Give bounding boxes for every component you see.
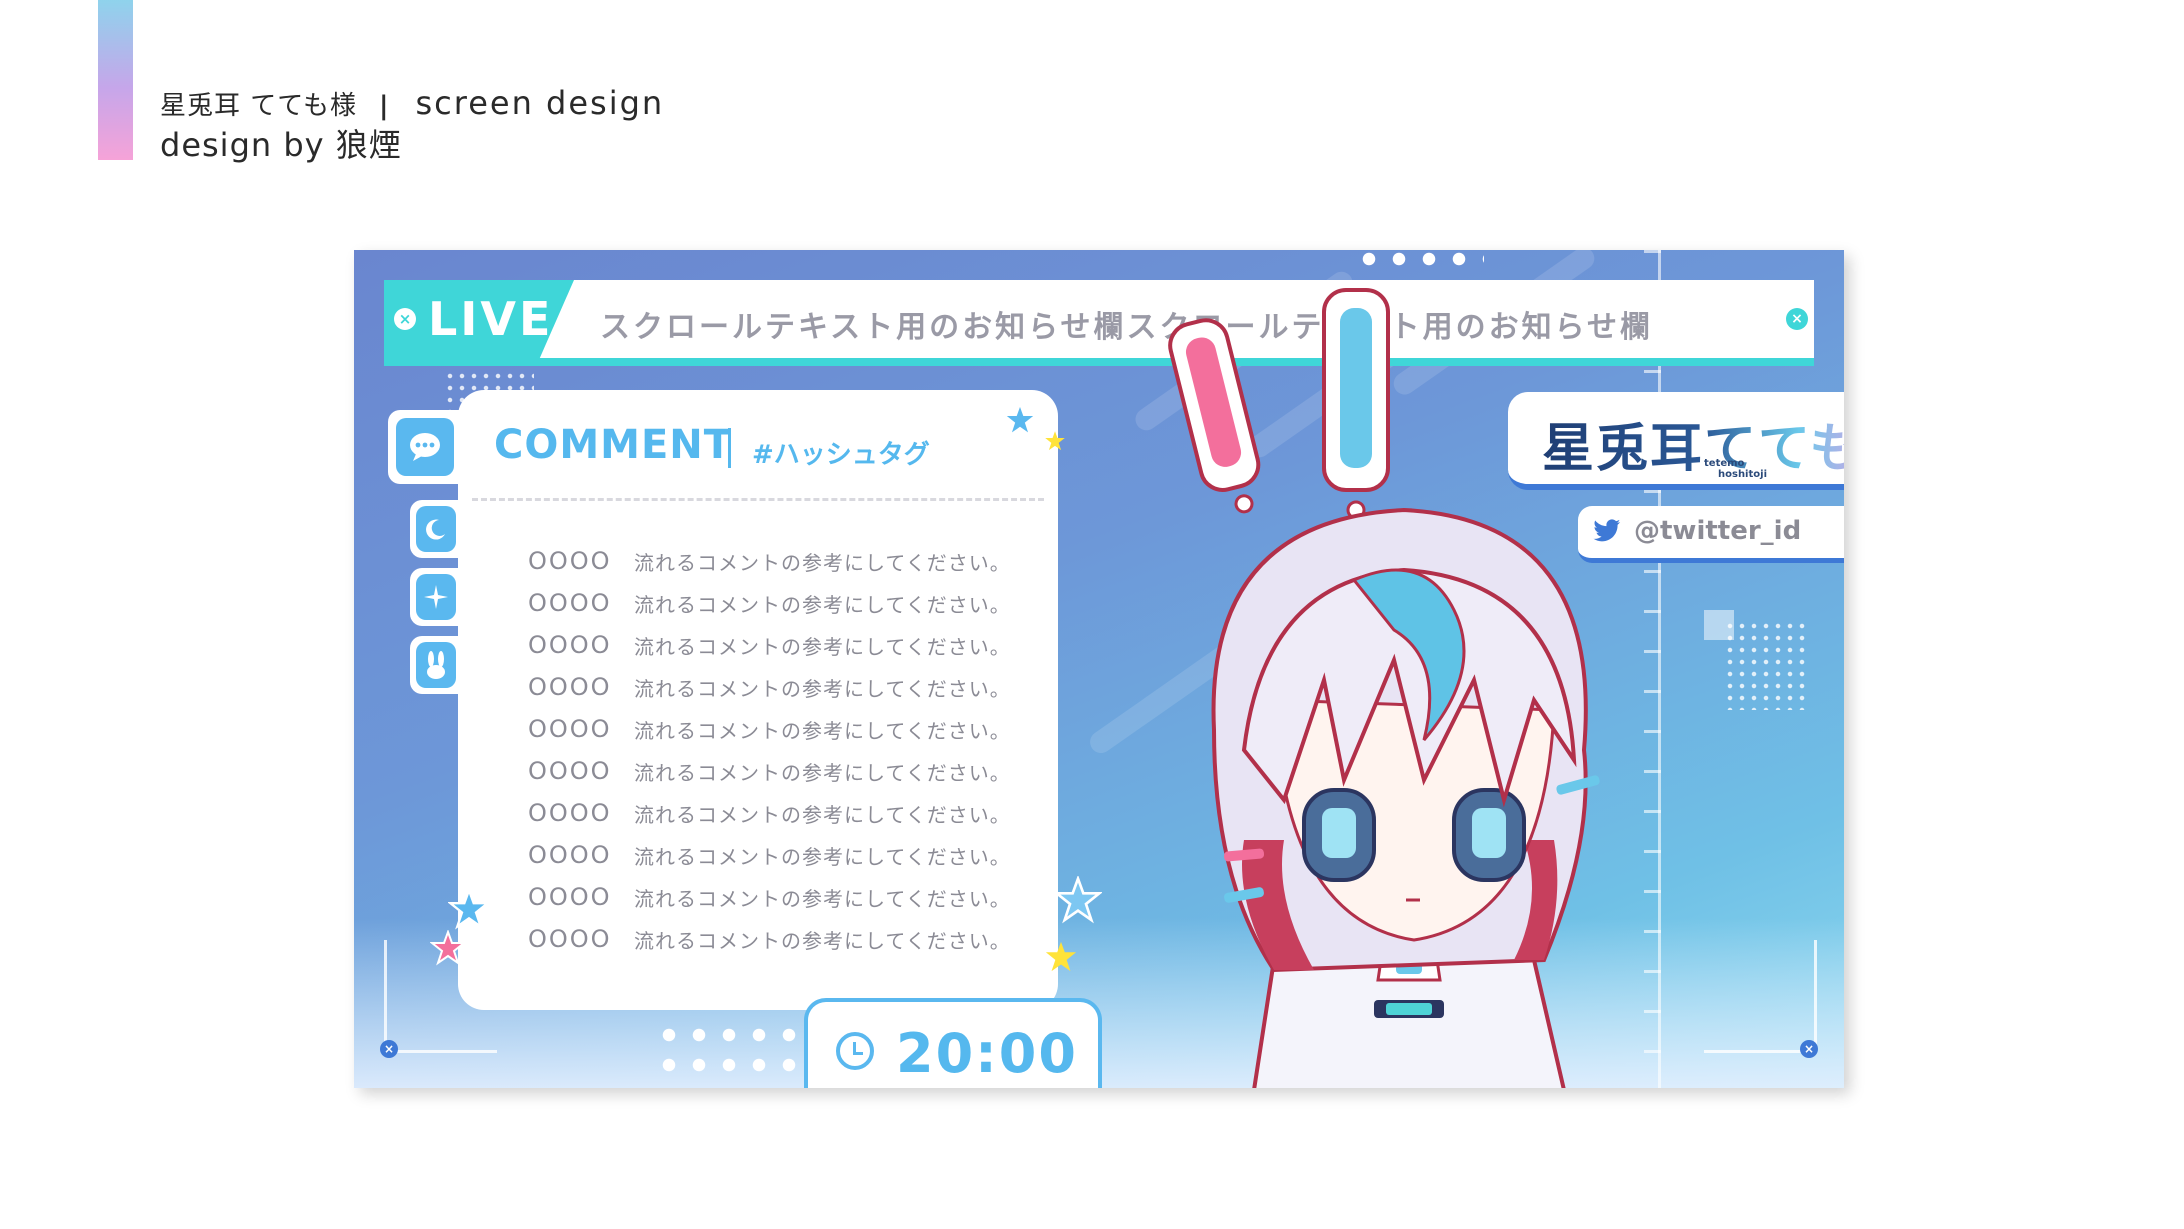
comment-row: OOOO 流れるコメントの参考にしてください。	[528, 624, 1011, 666]
comment-message: 流れるコメントの参考にしてください。	[634, 886, 1011, 911]
star-icon	[430, 930, 466, 966]
stream-screen-frame: × × × LIVE スクロールテキスト用のお知らせ欄スクロールテキスト用のお知…	[354, 250, 1844, 1088]
designer-credit: design by 狼煙	[160, 126, 402, 164]
client-name: 星兎耳 てても様	[160, 91, 357, 121]
comment-author: OOOO	[528, 799, 612, 827]
close-icon: ×	[1786, 308, 1808, 330]
streamer-name-plate: 星兎耳てても tetemo hoshitoji	[1508, 392, 1844, 490]
comment-row: OOOO 流れるコメントの参考にしてください。	[528, 792, 1011, 834]
twitter-bird-icon	[1593, 519, 1621, 542]
comment-title: COMMENT	[494, 422, 733, 468]
comment-author: OOOO	[528, 925, 612, 953]
twitter-handle: @twitter_id	[1634, 516, 1802, 546]
comment-message: 流れるコメントの参考にしてください。	[634, 550, 1011, 575]
header-accent-bar	[98, 0, 133, 160]
close-icon: ×	[394, 308, 416, 330]
comment-message: 流れるコメントの参考にしてください。	[634, 718, 1011, 743]
comment-author: OOOO	[528, 757, 612, 785]
clock-icon	[836, 1032, 874, 1070]
corner-x-icon: ×	[1800, 1040, 1818, 1058]
live-label: LIVE	[428, 292, 554, 346]
sparkle-icon	[416, 574, 456, 620]
live-badge: × LIVE	[384, 280, 574, 358]
comment-panel: COMMENT #ハッシュタグ OOOO 流れるコメントの参考にしてください。 O…	[458, 390, 1058, 1010]
corner-x-icon: ×	[380, 1040, 398, 1058]
comment-author: OOOO	[528, 631, 612, 659]
dot-pattern-large	[1354, 250, 1484, 274]
comment-author: OOOO	[528, 673, 612, 701]
square-decoration	[1704, 610, 1734, 640]
comment-dashed-divider	[472, 498, 1044, 501]
clock-time: 20:00	[896, 1022, 1078, 1085]
comment-message: 流れるコメントの参考にしてください。	[634, 634, 1011, 659]
header-title: 星兎耳 てても様 | screen design	[160, 84, 664, 122]
project-type: screen design	[415, 84, 665, 122]
comment-author: OOOO	[528, 589, 612, 617]
comment-message: 流れるコメントの参考にしてください。	[634, 592, 1011, 617]
comment-row: OOOO 流れるコメントの参考にしてください。	[528, 582, 1011, 624]
comment-row: OOOO 流れるコメントの参考にしてください。	[528, 750, 1011, 792]
dot-pattern	[1724, 620, 1808, 710]
comment-row: OOOO 流れるコメントの参考にしてください。	[528, 876, 1011, 918]
comment-message: 流れるコメントの参考にしてください。	[634, 802, 1011, 827]
moon-icon	[416, 506, 456, 552]
comment-author: OOOO	[528, 547, 612, 575]
side-tab-rabbit	[410, 636, 462, 694]
comment-message: 流れるコメントの参考にしてください。	[634, 760, 1011, 785]
comment-message: 流れるコメントの参考にしてください。	[634, 844, 1011, 869]
comment-row: OOOO 流れるコメントの参考にしてください。	[528, 540, 1011, 582]
streamer-name-text: 星兎耳てても	[1542, 418, 1844, 479]
comment-row: OOOO 流れるコメントの参考にしてください。	[528, 834, 1011, 876]
comment-message: 流れるコメントの参考にしてください。	[634, 928, 1011, 953]
comment-row: OOOO 流れるコメントの参考にしてください。	[528, 708, 1011, 750]
side-tab-moon	[410, 500, 462, 558]
star-icon	[448, 888, 490, 930]
comment-message: 流れるコメントの参考にしてください。	[634, 676, 1011, 701]
comment-author: OOOO	[528, 715, 612, 743]
star-icon	[1045, 941, 1077, 972]
side-tab-chat	[388, 410, 462, 484]
rabbit-icon	[416, 642, 456, 688]
star-icon	[1054, 876, 1102, 924]
comment-divider	[728, 428, 731, 468]
comment-author: OOOO	[528, 841, 612, 869]
chat-bubble-icon	[396, 418, 454, 476]
streamer-name: 星兎耳てても	[1542, 406, 1844, 481]
comment-author: OOOO	[528, 883, 612, 911]
star-icon	[1045, 431, 1065, 451]
star-icon	[1002, 402, 1038, 438]
clock-widget: 20:00	[804, 998, 1102, 1088]
comment-list: OOOO 流れるコメントの参考にしてください。 OOOO 流れるコメントの参考にして…	[528, 540, 1011, 960]
dot-pattern-large	[654, 1020, 804, 1088]
side-tab-sparkle	[410, 568, 462, 626]
twitter-plate: @twitter_id	[1578, 506, 1844, 563]
comment-hashtag: #ハッシュタグ	[752, 440, 930, 470]
streamer-name-romaji: tetemo hoshitoji	[1704, 458, 1767, 480]
header-separator: |	[378, 91, 390, 121]
corner-bracket-right	[1704, 940, 1817, 1053]
comment-row: OOOO 流れるコメントの参考にしてください。	[528, 666, 1011, 708]
comment-row: OOOO 流れるコメントの参考にしてください。	[528, 918, 1011, 960]
